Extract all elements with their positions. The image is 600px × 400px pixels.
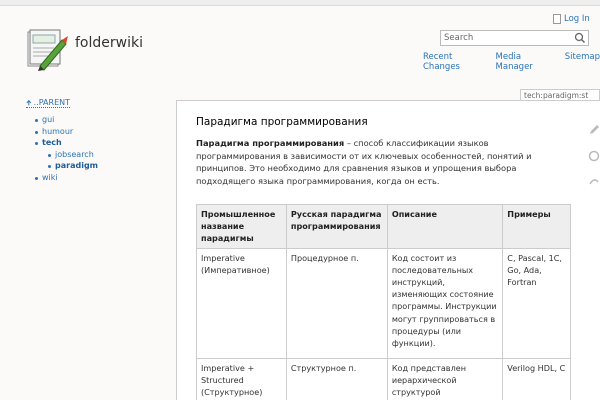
login-link[interactable]: Log In [553,14,590,24]
table-header-cell: Промышленное название парадигмы [196,204,287,249]
table-cell: Структурное п. [285,357,388,400]
page-tools [588,124,600,202]
table-cell: Imperative + Structured (Структурное) [196,357,287,400]
search-icon [574,32,586,44]
table-cell: Процедурное п. [285,247,388,359]
search-button[interactable] [573,32,587,44]
table-cell: Imperative (Императивное) [196,247,287,359]
table-header-cell: Русская парадигма программирования [285,204,388,249]
tree-item-humour[interactable]: humour [35,126,166,138]
page-content: Парадигма программирования Парадигма про… [176,100,600,400]
site-header: folderwiki Log In Recent Changes Media M… [0,6,600,76]
table-cell: Код состоит из последовательных инструкц… [386,247,504,359]
sidebar: ..PARENT gui humour tech jobsearch parad… [26,98,166,183]
site-tools: Recent Changes Media Manager Sitemap [423,52,600,72]
table-header-cell: Описание [386,204,504,249]
parent-link[interactable]: ..PARENT [26,98,70,108]
table-row: Imperative (Императивное) Процедурное п.… [196,247,571,359]
revisions-icon[interactable] [588,150,600,162]
table-cell: C, Pascal, 1C, Go, Ada, Fortran [502,247,571,359]
dokuwiki-logo[interactable] [24,26,70,72]
paradigm-table: Промышленное название парадигмы Русская … [196,204,571,400]
dokuwiki-logo-icon [27,29,68,71]
table-row: Imperative + Structured (Структурное) Ст… [196,357,571,400]
table-cell: Код представлен иерархической структурой [386,357,504,400]
site-title[interactable]: folderwiki [75,35,143,51]
recent-changes-link[interactable]: Recent Changes [423,52,487,72]
page-title: Парадигма программирования [196,116,368,128]
sitemap-link[interactable]: Sitemap [565,52,600,64]
login-label: Log In [564,14,590,24]
intro-bold-term: Парадигма программирования [196,138,345,148]
parent-label: ..PARENT [33,98,70,107]
article: Парадигма программирования Парадигма про… [196,116,576,187]
namespace-tree: gui humour tech jobsearch paradigm wiki [26,114,166,183]
tree-item-paradigm[interactable]: paradigm [48,160,166,172]
search-input[interactable] [440,30,589,46]
login-icon [553,14,561,24]
tree-item-wiki[interactable]: wiki [35,172,166,184]
tree-item-tech[interactable]: tech [35,137,166,149]
tree-item-jobsearch[interactable]: jobsearch [48,149,166,161]
backlinks-icon[interactable] [588,176,600,188]
table-cell: Verilog HDL, C [502,357,571,400]
table-header-row: Промышленное название парадигмы Русская … [196,204,571,249]
intro-paragraph: Парадигма программирования – способ клас… [196,137,556,187]
edit-icon[interactable] [588,124,600,136]
arrow-up-icon [26,99,32,105]
table-header-cell: Примеры [502,204,571,249]
media-manager-link[interactable]: Media Manager [496,52,556,72]
tree-item-gui[interactable]: gui [35,114,166,126]
